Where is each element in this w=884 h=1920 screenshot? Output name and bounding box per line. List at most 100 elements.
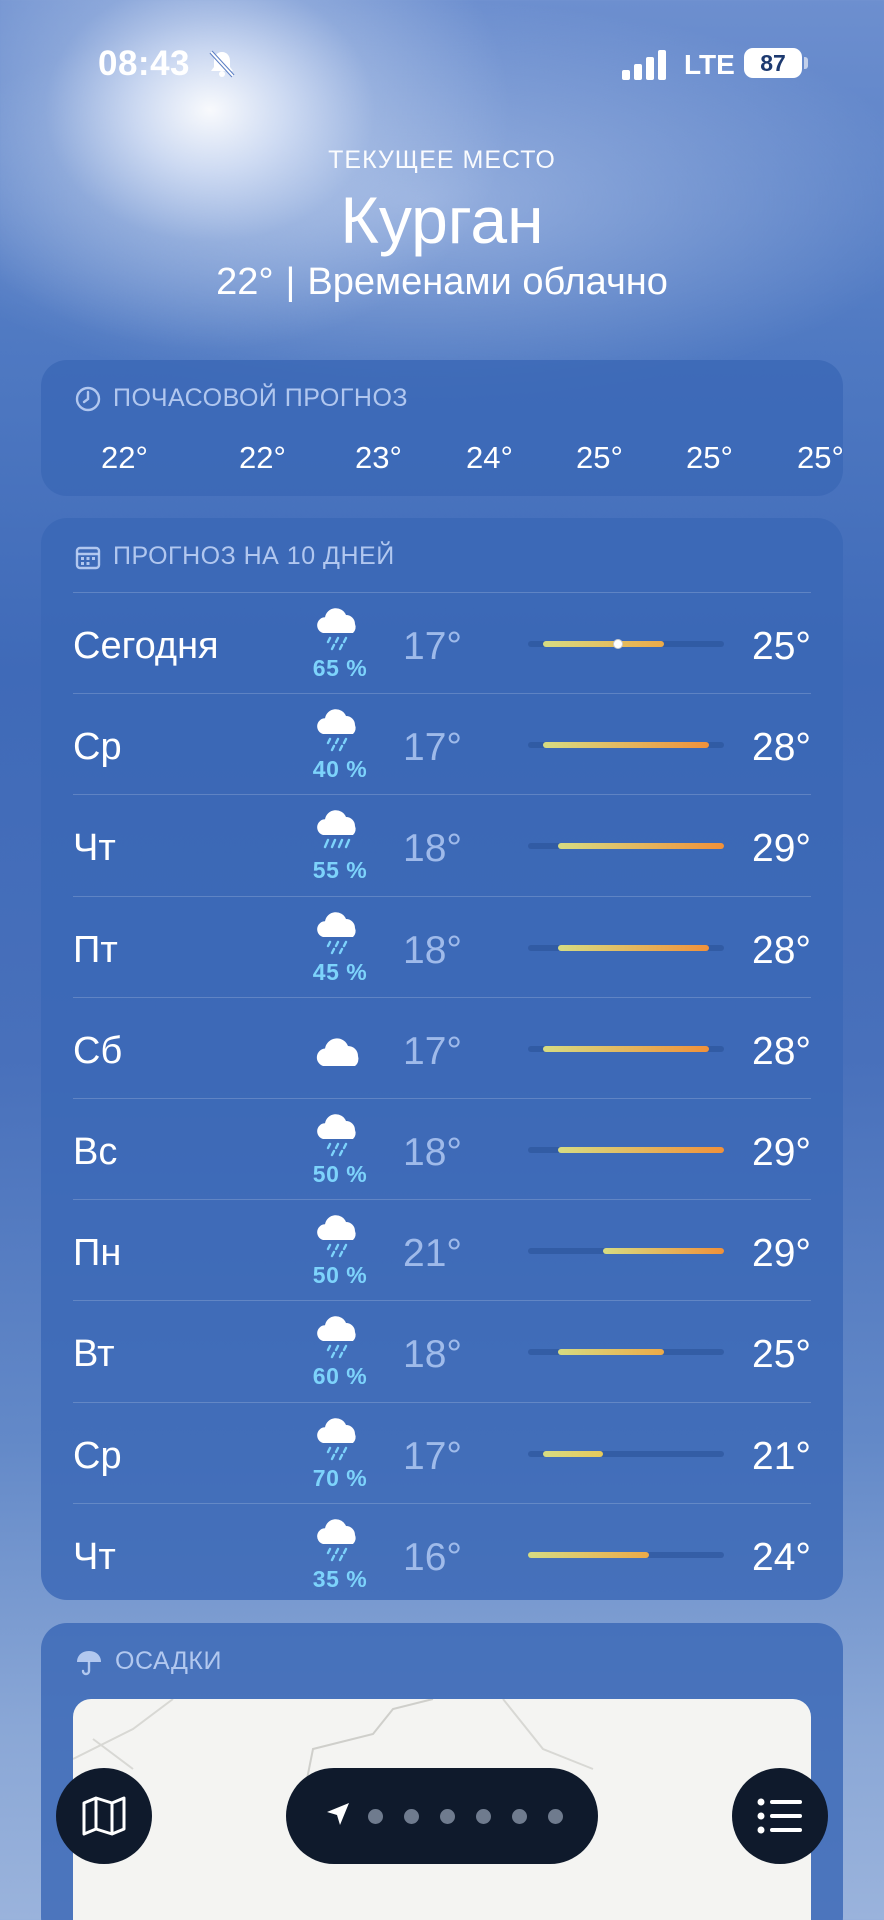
day-name: Ср <box>73 726 122 769</box>
temp-range-bar <box>543 1045 709 1052</box>
precip-chance: 55 % <box>312 857 368 884</box>
temp-low: 18° <box>403 928 462 972</box>
temp-high: 28° <box>752 928 811 972</box>
temp-range-track <box>528 1450 724 1457</box>
hourly-temp: 25° <box>576 440 623 475</box>
day-row[interactable]: Сб 17° 28° <box>73 996 811 1098</box>
temp-range-bar <box>603 1248 724 1255</box>
hourly-temp: 22° <box>101 440 148 475</box>
map-button[interactable] <box>56 1768 152 1864</box>
temp-range-track <box>528 1146 724 1153</box>
day-row[interactable]: Ср 70 % 17° 21° <box>73 1401 811 1503</box>
hourly-forecast-card[interactable]: ПОЧАСОВОЙ ПРОГНОЗ 22° 22° 23° 24° 25° 25° 25° <box>41 360 843 496</box>
precip-chance: 40 % <box>312 756 368 783</box>
hourly-temps-row[interactable]: 22° 22° 23° 24° 25° 25° 25° <box>41 440 843 480</box>
temp-range-track <box>528 1551 724 1558</box>
temp-range-bar <box>558 1146 724 1153</box>
precip-chance: 70 % <box>312 1464 368 1491</box>
page-dot[interactable] <box>512 1809 527 1824</box>
day-name: Сб <box>73 1029 123 1072</box>
cloud-rain-icon <box>317 1215 356 1258</box>
temp-range-bar <box>558 1349 664 1356</box>
cloud-rain-icon <box>317 1114 356 1157</box>
cloud-rain-icon <box>317 608 356 651</box>
day-row[interactable]: Вс 50 % 18° 29° <box>73 1097 811 1199</box>
temp-range-track <box>528 843 724 850</box>
status-bar: 08:43 LTE 87 <box>0 42 884 92</box>
day-row[interactable]: Пт 45 % 18° 28° <box>73 895 811 997</box>
cloud-heavy-rain-icon <box>317 810 356 849</box>
ten-day-forecast-card[interactable]: ПРОГНОЗ НА 10 ДНЕЙ Сегодня 65 % 17° 25° Ср 40… <box>41 518 843 1600</box>
city-list-button[interactable] <box>732 1768 828 1864</box>
page-dot[interactable] <box>404 1809 419 1824</box>
cloud-rain-icon <box>317 1316 356 1359</box>
temp-range-bar <box>543 742 709 749</box>
day-name: Сегодня <box>73 625 219 667</box>
hourly-temp: 22° <box>239 440 286 475</box>
precip-chance: 50 % <box>312 1160 368 1187</box>
temp-high: 29° <box>752 1130 811 1174</box>
day-name: Чт <box>73 1535 116 1578</box>
battery-icon: 87 <box>744 48 802 78</box>
daily-title-text: ПРОГНОЗ НА 10 ДНЕЙ <box>113 542 395 570</box>
bell-slash-icon <box>209 50 235 78</box>
day-name: Вт <box>73 1333 115 1376</box>
list-icon <box>757 1798 802 1834</box>
temp-high: 29° <box>752 827 811 871</box>
day-row[interactable]: Сегодня 65 % 17° 25° <box>73 592 811 693</box>
location-arrow-icon[interactable] <box>324 1800 352 1828</box>
day-name: Пн <box>73 1232 122 1275</box>
day-row[interactable]: Пн 50 % 21° 29° <box>73 1199 811 1300</box>
precip-chance: 60 % <box>312 1363 368 1390</box>
day-row[interactable]: Ср 40 % 17° 28° <box>73 693 811 794</box>
clock-icon <box>75 386 101 411</box>
precip-chance: 35 % <box>312 1565 368 1592</box>
temp-range-track <box>528 944 724 951</box>
cloud-rain-icon <box>317 1518 356 1561</box>
temp-low: 18° <box>403 1333 462 1377</box>
page-dot[interactable] <box>440 1809 455 1824</box>
temp-range-bar <box>543 641 664 647</box>
page-dot[interactable] <box>548 1809 563 1824</box>
temp-range-track <box>528 1349 724 1356</box>
day-row[interactable]: Чт 55 % 18° 29° <box>73 794 811 895</box>
cloud-rain-icon <box>317 911 356 954</box>
hourly-title: ПОЧАСОВОЙ ПРОГНОЗ <box>75 384 408 413</box>
daily-title: ПРОГНОЗ НА 10 ДНЕЙ <box>75 542 395 571</box>
current-temp: 22° <box>216 261 274 303</box>
temp-low: 18° <box>403 1130 462 1174</box>
temp-range-bar <box>543 1450 604 1457</box>
temp-low: 16° <box>403 1535 462 1579</box>
day-name: Чт <box>73 827 116 870</box>
day-name: Пт <box>73 928 118 971</box>
precip-chance: 50 % <box>312 1262 368 1289</box>
page-dot[interactable] <box>368 1809 383 1824</box>
calendar-icon <box>75 546 101 569</box>
status-time: 08:43 <box>98 44 191 83</box>
current-condition: Временами облачно <box>307 261 668 303</box>
precipitation-title: ОСАДКИ <box>75 1647 222 1676</box>
day-row[interactable]: Вт 60 % 18° 25° <box>73 1300 811 1401</box>
umbrella-icon <box>77 1650 101 1675</box>
temp-low: 17° <box>403 726 462 770</box>
temp-range-track <box>528 639 724 649</box>
day-row[interactable]: Чт 35 % 16° 24° <box>73 1502 811 1600</box>
day-list: Сегодня 65 % 17° 25° Ср 40 % 17° 28° Чт 55 % 18° 29… <box>73 592 811 1600</box>
temp-high: 25° <box>752 1333 811 1377</box>
cloud-icon <box>316 1038 359 1066</box>
day-name: Вс <box>73 1130 118 1173</box>
location-label: ТЕКУЩЕЕ МЕСТО <box>328 146 556 174</box>
separator: | <box>285 261 296 303</box>
hourly-title-text: ПОЧАСОВОЙ ПРОГНОЗ <box>113 384 408 412</box>
page-indicator[interactable] <box>286 1768 598 1864</box>
temp-low: 17° <box>403 1029 462 1073</box>
hourly-temp: 23° <box>355 440 402 475</box>
day-name: Ср <box>73 1434 122 1477</box>
hourly-temp: 25° <box>797 440 843 475</box>
precip-chance: 45 % <box>312 958 368 985</box>
temp-low: 17° <box>403 1434 462 1478</box>
page-dot[interactable] <box>476 1809 491 1824</box>
temp-range-bar <box>528 1551 649 1558</box>
temp-range-track <box>528 1045 724 1052</box>
temp-low: 17° <box>403 625 462 668</box>
